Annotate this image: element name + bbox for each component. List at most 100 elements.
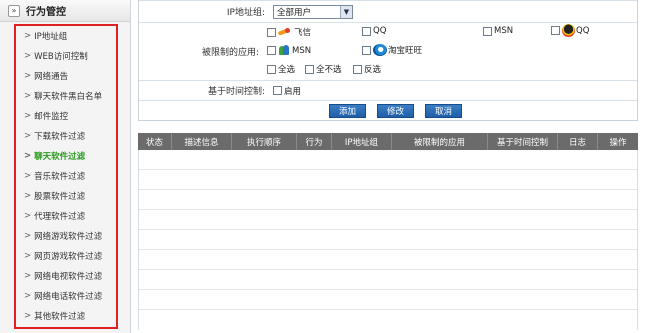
sidebar-item-chat-blackwhite[interactable]: > 聊天软件黑白名单 bbox=[16, 86, 116, 106]
app-qq-icon[interactable]: QQ bbox=[551, 24, 589, 37]
chevron-right-icon: > bbox=[24, 211, 32, 221]
sidebar-item-label: WEB访问控制 bbox=[34, 52, 88, 62]
msn-buddy-icon bbox=[278, 44, 291, 57]
select-all-checkbox[interactable] bbox=[267, 64, 276, 74]
col-log[interactable]: 日志 bbox=[558, 133, 598, 150]
chevron-down-icon[interactable]: ▼ bbox=[340, 5, 352, 18]
qq2-label: QQ bbox=[576, 25, 590, 36]
table-row bbox=[139, 270, 637, 290]
sidebar-item-music-filter[interactable]: > 音乐软件过滤 bbox=[16, 166, 116, 186]
sidebar-menu: > IP地址组 > WEB访问控制 > 网络通告 > 聊天软件黑白名单 > 邮件监控 > 下… bbox=[14, 24, 118, 329]
table-row bbox=[139, 290, 637, 310]
col-order[interactable]: 执行顺序 bbox=[232, 133, 297, 150]
ip-group-label: IP地址组: bbox=[139, 1, 269, 22]
sidebar-item-network-notice[interactable]: > 网络通告 bbox=[16, 66, 116, 86]
table-row bbox=[139, 310, 637, 330]
chevron-right-icon: > bbox=[24, 151, 32, 161]
add-button[interactable]: 添加 bbox=[329, 103, 367, 118]
sidebar-item-web-game-filter[interactable]: > 网页游戏软件过滤 bbox=[16, 246, 116, 266]
collapse-icon[interactable]: » bbox=[8, 4, 20, 17]
apps-group: 飞信 QQ MSN QQ MSN 淘宝旺旺 全选 全不选 反选 bbox=[267, 23, 637, 81]
ip-group-row: IP地址组: 全部用户 ▼ bbox=[139, 0, 637, 22]
col-description[interactable]: 描述信息 bbox=[172, 133, 232, 150]
invert-checkbox[interactable] bbox=[353, 64, 362, 74]
col-ip-group[interactable]: IP地址组 bbox=[332, 133, 392, 150]
col-operation[interactable]: 操作 bbox=[598, 133, 638, 150]
ip-group-value: 全部用户 bbox=[277, 7, 312, 18]
app-wangwang[interactable]: 淘宝旺旺 bbox=[362, 44, 422, 56]
feixin-checkbox[interactable] bbox=[267, 27, 276, 37]
app-msn[interactable]: MSN bbox=[483, 26, 513, 36]
sidebar-item-label: 网络通告 bbox=[34, 72, 69, 82]
modify-button[interactable]: 修改 bbox=[377, 103, 415, 118]
chevron-right-icon: > bbox=[24, 271, 32, 281]
feixin-label: 飞信 bbox=[294, 28, 312, 38]
chevron-right-icon: > bbox=[24, 31, 32, 41]
wangwang-checkbox[interactable] bbox=[362, 45, 371, 55]
chevron-right-icon: > bbox=[24, 231, 32, 241]
sidebar-item-label: 网络游戏软件过滤 bbox=[34, 232, 103, 242]
col-time-control[interactable]: 基于时间控制 bbox=[488, 133, 558, 150]
chevron-right-icon: > bbox=[24, 51, 32, 61]
sidebar-item-other-filter[interactable]: > 其他软件过滤 bbox=[16, 306, 116, 326]
apps-row: 被限制的应用: 飞信 QQ MSN QQ MSN 淘宝旺旺 全选 全不选 反选 bbox=[139, 22, 637, 80]
select-none-checkbox[interactable] bbox=[305, 64, 314, 74]
select-all-option[interactable]: 全选 bbox=[267, 63, 295, 75]
chevron-right-icon: > bbox=[24, 131, 32, 141]
sidebar-item-ip-group[interactable]: > IP地址组 bbox=[16, 26, 116, 46]
qq-checkbox[interactable] bbox=[362, 26, 371, 36]
qq2-checkbox[interactable] bbox=[551, 26, 560, 35]
sidebar-item-proxy-filter[interactable]: > 代理软件过滤 bbox=[16, 206, 116, 226]
table-row bbox=[139, 170, 637, 190]
main-panel: IP地址组: 全部用户 ▼ 被限制的应用: 飞信 QQ MSN QQ MSN 淘… bbox=[138, 0, 638, 333]
msn-checkbox[interactable] bbox=[483, 26, 492, 36]
app-qq[interactable]: QQ bbox=[362, 26, 386, 36]
sidebar-item-net-tv-filter[interactable]: > 网络电视软件过滤 bbox=[16, 266, 116, 286]
app-msn-icon[interactable]: MSN bbox=[267, 44, 311, 57]
table-row bbox=[139, 230, 637, 250]
msn2-checkbox[interactable] bbox=[267, 46, 276, 55]
invert-label: 反选 bbox=[364, 65, 382, 75]
col-restricted-apps[interactable]: 被限制的应用 bbox=[392, 133, 488, 150]
ip-group-select[interactable]: 全部用户 ▼ bbox=[273, 4, 353, 19]
apps-label: 被限制的应用: bbox=[139, 23, 263, 80]
time-control-row: 基于时间控制: 启用 bbox=[139, 80, 637, 100]
select-none-option[interactable]: 全不选 bbox=[305, 63, 342, 75]
qq-label: QQ bbox=[373, 26, 387, 36]
wangwang-icon bbox=[373, 44, 387, 56]
invert-option[interactable]: 反选 bbox=[353, 63, 381, 75]
sidebar-item-download-filter[interactable]: > 下载软件过滤 bbox=[16, 126, 116, 146]
sidebar-item-web-access[interactable]: > WEB访问控制 bbox=[16, 46, 116, 66]
chevron-right-icon: > bbox=[24, 191, 32, 201]
sidebar-item-label: 网页游戏软件过滤 bbox=[34, 252, 103, 262]
sidebar-item-online-game-filter[interactable]: > 网络游戏软件过滤 bbox=[16, 226, 116, 246]
sidebar-item-label: 音乐软件过滤 bbox=[34, 172, 86, 182]
sidebar-item-label: 网络电视软件过滤 bbox=[34, 272, 103, 282]
sidebar-item-chat-filter[interactable]: > 聊天软件过滤 bbox=[16, 146, 116, 166]
sidebar-item-label: 聊天软件过滤 bbox=[34, 152, 86, 162]
table-row bbox=[139, 250, 637, 270]
wangwang-label: 淘宝旺旺 bbox=[388, 46, 423, 56]
feixin-icon bbox=[278, 27, 292, 37]
sidebar-item-net-phone-filter[interactable]: > 网络电话软件过滤 bbox=[16, 286, 116, 306]
col-action[interactable]: 行为 bbox=[297, 133, 332, 150]
sidebar-item-stock-filter[interactable]: > 股票软件过滤 bbox=[16, 186, 116, 206]
rule-form: IP地址组: 全部用户 ▼ 被限制的应用: 飞信 QQ MSN QQ MSN 淘… bbox=[138, 0, 638, 121]
cancel-button[interactable]: 取消 bbox=[425, 103, 463, 118]
msn2-label: MSN bbox=[292, 45, 312, 56]
chevron-right-icon: > bbox=[24, 171, 32, 181]
chevron-right-icon: > bbox=[24, 111, 32, 121]
sidebar-header: » 行为管控 bbox=[0, 0, 130, 22]
sidebar-title: 行为管控 bbox=[26, 7, 66, 18]
sidebar-item-label: 代理软件过滤 bbox=[34, 212, 86, 222]
col-status[interactable]: 状态 bbox=[138, 133, 172, 150]
time-enable-checkbox[interactable] bbox=[273, 86, 282, 95]
time-enable-option[interactable]: 启用 bbox=[273, 85, 301, 97]
chevron-right-icon: > bbox=[24, 291, 32, 301]
table-body bbox=[138, 150, 638, 330]
sidebar-item-label: 下载软件过滤 bbox=[34, 132, 86, 142]
sidebar-item-mail-monitor[interactable]: > 邮件监控 bbox=[16, 106, 116, 126]
rules-table: 状态 描述信息 执行顺序 行为 IP地址组 被限制的应用 基于时间控制 日志 操… bbox=[138, 133, 638, 330]
app-feixin[interactable]: 飞信 bbox=[267, 26, 311, 38]
chevron-right-icon: > bbox=[24, 311, 32, 321]
